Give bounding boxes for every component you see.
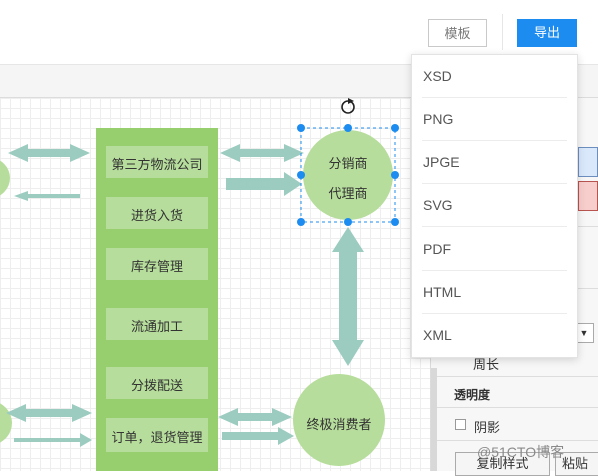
format-panel-scrollbar[interactable] (431, 368, 437, 471)
diagram-canvas[interactable]: 第三方物流公司 进货入货 库存管理 流通加工 分拨配送 订单，退货管理 分销商 … (0, 98, 430, 471)
label-inventory: 库存管理 (130, 259, 183, 274)
resize-handle-n[interactable] (344, 124, 352, 132)
label-receiving: 进货入货 (130, 208, 183, 223)
resize-handle-e[interactable] (391, 171, 399, 179)
export-option-label: XSD (423, 68, 452, 84)
resize-handle-s[interactable] (344, 218, 352, 226)
export-option-pdf[interactable]: PDF (412, 228, 577, 271)
shadow-label: 阴影 (474, 420, 501, 435)
export-option-label: PDF (423, 241, 451, 257)
single-arrow-left-top[interactable] (14, 191, 80, 201)
export-option-html[interactable]: HTML (412, 271, 577, 314)
double-arrow-left-bottom[interactable] (6, 404, 92, 422)
label-consumer: 终极消费者 (306, 417, 372, 432)
label-third-party: 第三方物流公司 (111, 157, 203, 172)
left-partial-circle-top[interactable] (0, 158, 10, 198)
single-arrow-left-bottom[interactable] (14, 433, 92, 447)
export-option-label: SVG (423, 197, 453, 213)
resize-handle-w[interactable] (297, 171, 305, 179)
resize-handle-se[interactable] (391, 218, 399, 226)
double-arrow-column-distributor[interactable] (220, 144, 304, 162)
label-orders: 订单，退货管理 (111, 430, 203, 445)
double-arrow-left-top[interactable] (8, 144, 90, 162)
arrow-column-consumer-bottom[interactable] (222, 427, 294, 445)
style-swatch-blue[interactable] (578, 147, 598, 177)
rotate-handle-icon[interactable] (341, 98, 355, 114)
resize-handle-ne[interactable] (391, 124, 399, 132)
export-option-label: PNG (423, 111, 454, 127)
label-agent: 代理商 (328, 186, 368, 201)
export-button[interactable]: 导出 (517, 19, 577, 47)
resize-handle-nw[interactable] (297, 124, 305, 132)
double-arrow-distributor-consumer[interactable] (332, 227, 364, 366)
label-distribution: 分拨配送 (130, 378, 183, 393)
style-swatch-red[interactable] (578, 181, 598, 211)
template-button[interactable]: 模板 (428, 19, 487, 47)
export-dropdown-menu: XSD PNG JPGE SVG PDF HTML XML (411, 54, 578, 358)
resize-handle-sw[interactable] (297, 218, 305, 226)
opacity-label: 透明度 (454, 388, 491, 402)
export-option-label: XML (423, 327, 452, 343)
shadow-checkbox[interactable] (455, 419, 466, 430)
panel-divider (437, 376, 598, 377)
arrow-column-distributor[interactable] (226, 172, 302, 196)
left-partial-circle-bottom[interactable] (0, 401, 12, 445)
panel-divider (437, 440, 598, 441)
export-option-jpge[interactable]: JPGE (412, 141, 577, 184)
export-option-xsd[interactable]: XSD (412, 55, 577, 98)
export-option-label: HTML (423, 284, 462, 300)
export-option-png[interactable]: PNG (412, 98, 577, 141)
label-processing: 流通加工 (130, 319, 183, 334)
panel-divider (437, 407, 598, 408)
export-option-label: JPGE (423, 154, 460, 170)
toolbar-divider (502, 14, 503, 50)
double-arrow-column-consumer-top[interactable] (218, 408, 292, 426)
export-option-xml[interactable]: XML (412, 314, 577, 357)
distributor-circle[interactable] (303, 130, 393, 220)
watermark: @51CTO博客 (477, 444, 565, 460)
label-distributor: 分销商 (328, 156, 368, 171)
export-option-svg[interactable]: SVG (412, 184, 577, 227)
